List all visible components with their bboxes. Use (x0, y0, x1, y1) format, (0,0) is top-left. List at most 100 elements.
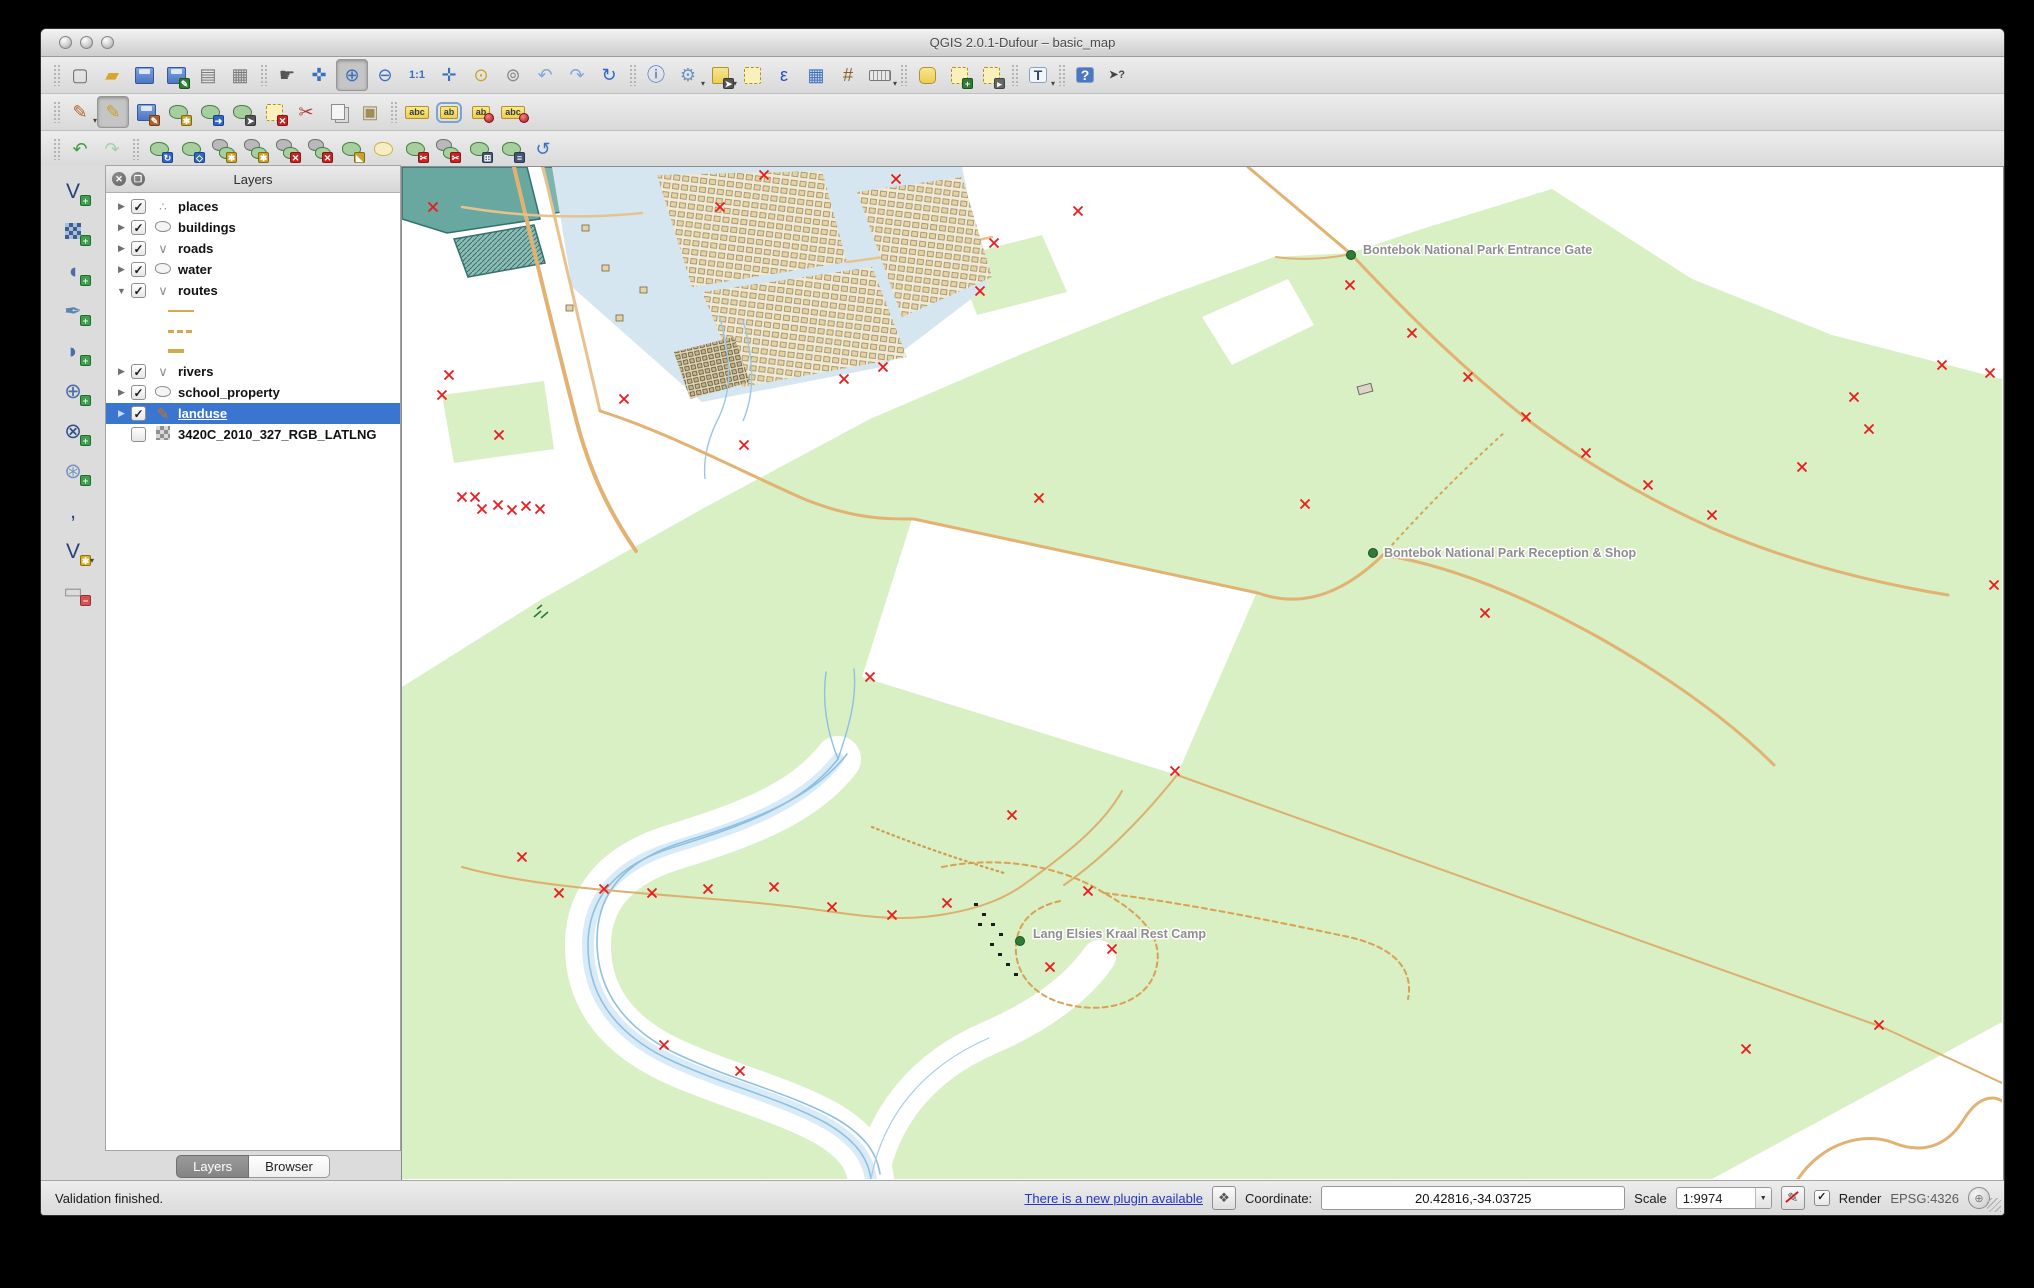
zoom-in-button[interactable]: ⊕ (336, 59, 368, 91)
add-wfs-layer-button[interactable]: ⊛+ (54, 455, 92, 487)
show-bookmarks-button[interactable]: ▸ (976, 60, 1006, 90)
layer-item-rivers[interactable]: ▶✓rivers (106, 361, 400, 382)
coordinate-input[interactable] (1321, 1186, 1625, 1210)
current-edits-button[interactable]: ✎▾ (65, 97, 95, 127)
pan-map-button[interactable]: ☛ (272, 60, 302, 90)
save-project-button[interactable] (129, 60, 159, 90)
select-features-button[interactable]: ➤▾ (705, 60, 735, 90)
layer-visibility-checkbox[interactable]: ✓ (131, 406, 146, 421)
zoom-to-layer-button[interactable]: ⊚ (498, 60, 528, 90)
panel-float-button[interactable]: ❐ (131, 172, 145, 186)
titlebar[interactable]: QGIS 2.0.1-Dufour – basic_map (41, 29, 2004, 57)
zoom-next-button[interactable]: ↷ (562, 60, 592, 90)
move-label-button[interactable]: ab (434, 97, 464, 127)
add-spatialite-layer-button[interactable]: ✒+ (54, 295, 92, 327)
paste-features-button[interactable]: ▣ (355, 97, 385, 127)
save-project-as-button[interactable]: ✎ (161, 60, 191, 90)
layer-item-routes[interactable]: ▼✓routes (106, 280, 400, 301)
open-attribute-table-button[interactable]: ▦ (801, 60, 831, 90)
expander-arrow[interactable]: ▶ (114, 387, 129, 398)
expander-arrow[interactable]: ▶ (114, 366, 129, 377)
stop-rendering-button[interactable]: ✎ (1781, 1186, 1805, 1210)
tab-browser[interactable]: Browser (249, 1155, 330, 1178)
new-plugin-link[interactable]: There is a new plugin available (1024, 1191, 1203, 1206)
cut-features-button[interactable]: ✂ (291, 97, 321, 127)
zoom-out-button[interactable]: ⊖ (370, 60, 400, 90)
copy-features-button[interactable] (323, 97, 353, 127)
delete-ring-button[interactable]: ✕ (272, 134, 302, 164)
layer-item-buildings[interactable]: ▶✓buildings (106, 217, 400, 238)
chevron-down-icon[interactable]: ▼ (1755, 1188, 1771, 1208)
zoom-window-button[interactable] (101, 36, 114, 49)
map-tips-button[interactable] (912, 60, 942, 90)
rotate-label-button[interactable]: ab (466, 97, 496, 127)
field-calculator-button[interactable]: # (833, 60, 863, 90)
labeling-button[interactable]: abc (402, 97, 432, 127)
move-feature-button[interactable]: ➜ (195, 97, 225, 127)
layer-item-school_property[interactable]: ▶✓school_property (106, 382, 400, 403)
layer-visibility-checkbox[interactable]: ✓ (131, 199, 146, 214)
expander-arrow[interactable]: ▶ (114, 408, 129, 419)
resize-grip[interactable] (1987, 1198, 2001, 1212)
add-ring-button[interactable]: ✱ (208, 134, 238, 164)
pan-to-selection-button[interactable]: ✜ (304, 60, 334, 90)
measure-button[interactable]: ▾ (865, 60, 895, 90)
identify-features-button[interactable]: ⓘ (641, 60, 671, 90)
expander-arrow[interactable]: ▶ (114, 243, 129, 254)
node-tool-button[interactable]: ➤ (227, 97, 257, 127)
expander-arrow[interactable]: ▼ (114, 286, 129, 296)
simplify-feature-button[interactable]: ◇ (176, 134, 206, 164)
add-mssql-layer-button[interactable]: ◗+ (54, 335, 92, 367)
new-print-composer-button[interactable]: ▤ (193, 60, 223, 90)
plugin-icon[interactable]: ❖ (1212, 1186, 1236, 1210)
text-annotation-button[interactable]: T▾ (1023, 60, 1053, 90)
select-by-expression-button[interactable]: ε (769, 60, 799, 90)
new-shapefile-layer-button[interactable]: V✱▾ (54, 535, 92, 567)
reshape-features-button[interactable]: ◣ (336, 134, 366, 164)
help-contents-button[interactable]: ? (1070, 60, 1100, 90)
zoom-last-button[interactable]: ↶ (530, 60, 560, 90)
add-raster-layer-button[interactable]: + (54, 215, 92, 247)
close-window-button[interactable] (59, 36, 72, 49)
layer-visibility-checkbox[interactable]: ✓ (131, 364, 146, 379)
add-feature-button[interactable]: ✱ (163, 97, 193, 127)
layer-item-water[interactable]: ▶✓water (106, 259, 400, 280)
save-layer-edits-button[interactable]: ✎ (131, 97, 161, 127)
panel-close-button[interactable]: ✕ (112, 172, 126, 186)
open-project-button[interactable]: ▰ (97, 60, 127, 90)
add-vector-layer-button[interactable]: V+ (54, 175, 92, 207)
split-parts-button[interactable]: ✂ (432, 134, 462, 164)
delete-selected-button[interactable]: ✕ (259, 97, 289, 127)
layer-visibility-checkbox[interactable]: ✓ (131, 262, 146, 277)
layer-visibility-checkbox[interactable]: ✓ (131, 385, 146, 400)
minimize-window-button[interactable] (80, 36, 93, 49)
new-project-button[interactable]: ▢ (65, 60, 95, 90)
toggle-editing-button[interactable]: ✎ (97, 96, 129, 128)
zoom-full-button[interactable]: ✛ (434, 60, 464, 90)
change-label-properties-button[interactable]: abc (498, 97, 528, 127)
layer-visibility-checkbox[interactable]: ✓ (131, 283, 146, 298)
render-checkbox[interactable]: ✓ (1814, 1190, 1830, 1206)
run-feature-action-button[interactable]: ⚙▾ (673, 60, 703, 90)
scale-combobox[interactable]: 1:9974 ▼ (1676, 1187, 1772, 1209)
layer-item-roads[interactable]: ▶✓roads (106, 238, 400, 259)
layer-item-places[interactable]: ▶✓places (106, 196, 400, 217)
expander-arrow[interactable]: ▶ (114, 222, 129, 233)
layer-item-3420C_2010_327_RGB_LATLNG[interactable]: 3420C_2010_327_RGB_LATLNG (106, 424, 400, 445)
merge-attributes-button[interactable]: ≡ (496, 134, 526, 164)
whats-this-button[interactable]: ➤? (1102, 60, 1132, 90)
rotate-feature-button[interactable]: ↻ (144, 134, 174, 164)
layer-visibility-checkbox[interactable]: ✓ (131, 220, 146, 235)
layer-item-landuse[interactable]: ▶✓landuse (106, 403, 400, 424)
rotate-point-symbols-button[interactable]: ↺ (528, 134, 558, 164)
remove-layer-button[interactable]: ▭− (54, 575, 92, 607)
layer-visibility-checkbox[interactable] (131, 427, 146, 442)
redo-button[interactable]: ↷ (97, 134, 127, 164)
map-canvas[interactable]: Bontebok National Park Entrance GateBont… (401, 166, 2004, 1181)
expander-arrow[interactable]: ▶ (114, 264, 129, 275)
refresh-map-button[interactable]: ↻ (594, 60, 624, 90)
deselect-features-button[interactable] (737, 60, 767, 90)
composer-manager-button[interactable]: ▦ (225, 60, 255, 90)
add-part-button[interactable]: ✱ (240, 134, 270, 164)
add-postgis-layer-button[interactable]: ◖+ (54, 255, 92, 287)
